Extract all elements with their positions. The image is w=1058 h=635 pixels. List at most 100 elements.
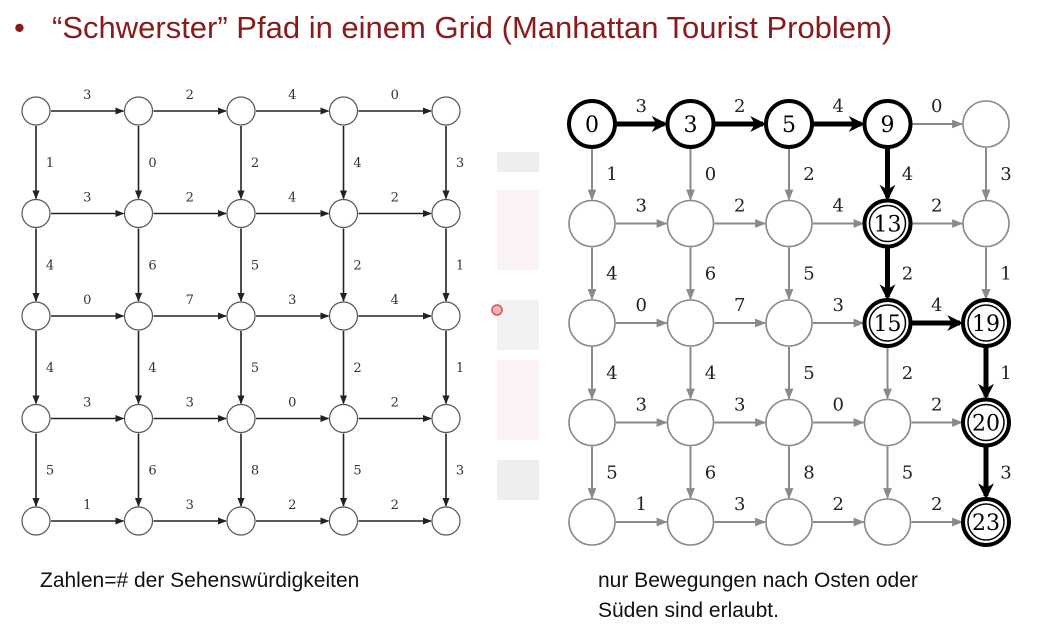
grid-node (226, 198, 256, 229)
grid-node (765, 199, 813, 248)
edge-weight-east: 4 (833, 196, 844, 217)
grid-node (123, 96, 154, 126)
edge-weight-east: 4 (288, 191, 296, 206)
edge-weight-south: 5 (46, 463, 54, 478)
grid-node (431, 301, 461, 331)
edge-weight-east: 7 (734, 295, 745, 316)
edge-weight-south: 2 (251, 156, 259, 171)
edge-weight-east: 2 (288, 498, 296, 513)
edge-weight-east: 3 (734, 395, 745, 416)
edge-weight-east: 2 (931, 196, 942, 217)
edge-weight-south: 5 (803, 363, 814, 384)
edge-weight-south: 5 (251, 258, 259, 273)
caption-left: Zahlen=# der Sehenswürdigkeiten (40, 569, 360, 592)
edge-weight-east: 4 (833, 96, 844, 117)
edge-weight-east: 3 (636, 96, 647, 117)
edge-weight-east: 2 (734, 96, 745, 117)
edge-weight-south: 6 (148, 258, 156, 273)
edge-weight-south: 4 (353, 156, 361, 171)
transition-artifact (491, 152, 539, 500)
grid-node (431, 506, 461, 536)
grid-node (328, 506, 359, 536)
grid-node (765, 299, 813, 347)
left-grid: 3 2 4 0 3 2 4 2 0 7 3 4 3 3 0 2 1 3 2 2 1 0 2 4 3 4 6 5 2 1 4 4 5 2 1 5 6 8 5 3 (21, 88, 464, 536)
grid-node (666, 498, 715, 546)
grid-node (226, 301, 256, 331)
edge-weight-south: 5 (353, 463, 361, 478)
edge-weight-south: 6 (705, 264, 716, 285)
grid-node (568, 299, 616, 347)
edge-weight-south: 2 (353, 258, 361, 273)
node-value: 5 (782, 113, 796, 138)
edge-weight-east: 4 (931, 295, 942, 316)
node-value: 19 (972, 312, 1000, 337)
edge-weight-east: 0 (288, 396, 296, 411)
edge-weight-east: 3 (288, 293, 296, 308)
edge-weight-south: 2 (803, 164, 814, 185)
grid-node (21, 198, 51, 229)
edge-weight-south: 3 (1000, 463, 1011, 484)
edge-weight-south: 3 (456, 156, 464, 171)
edge-weight-south: 4 (606, 264, 617, 285)
grid-node (123, 301, 154, 331)
edge-weight-south: 5 (803, 264, 814, 285)
grid-node (962, 100, 1010, 148)
grid-node (226, 96, 256, 126)
grid-node (21, 506, 51, 536)
grid-node (431, 403, 461, 434)
edge-weight-east: 3 (636, 196, 647, 217)
edge-weight-south: 2 (902, 363, 913, 384)
edge-weight-south: 4 (606, 363, 617, 384)
grid-node (123, 198, 154, 229)
caption-right-line2: Süden sind erlaubt. (598, 599, 779, 622)
edge-weight-south: 3 (1000, 164, 1011, 185)
edge-weight-east: 2 (833, 494, 844, 515)
edge-weight-east: 2 (186, 88, 194, 103)
grid-node (765, 398, 813, 447)
edge-weight-south: 4 (46, 361, 54, 376)
node-value: 20 (972, 412, 1000, 437)
edge-weight-east: 4 (391, 293, 399, 308)
edge-weight-south: 1 (456, 361, 464, 376)
edge-weight-east: 3 (186, 498, 194, 513)
edge-weight-south: 1 (46, 156, 54, 171)
grid-node (666, 299, 715, 347)
grid-node (568, 498, 616, 546)
edge-weight-south: 0 (705, 164, 716, 185)
edge-weight-east: 2 (186, 191, 194, 206)
grid-node (328, 198, 359, 229)
edge-weight-south: 1 (456, 258, 464, 273)
edge-weight-east: 0 (931, 96, 942, 117)
edge-weight-south: 5 (902, 463, 913, 484)
edge-weight-south: 5 (606, 463, 617, 484)
edge-weight-east: 2 (734, 196, 745, 217)
grid-node (431, 198, 461, 229)
grid-node (328, 96, 359, 126)
edge-weight-east: 0 (636, 295, 647, 316)
grid-node (226, 506, 256, 536)
grid-node (568, 398, 616, 447)
grid-node (328, 403, 359, 434)
edge-weight-south: 1 (606, 164, 617, 185)
edge-weight-east: 0 (833, 395, 844, 416)
grid-node (962, 199, 1010, 248)
edge-weight-south: 3 (456, 463, 464, 478)
edge-weight-south: 5 (251, 361, 259, 376)
edge-weight-south: 4 (46, 258, 54, 273)
edge-weight-south: 8 (803, 463, 814, 484)
grid-node (666, 398, 715, 447)
edge-weight-south: 4 (902, 164, 913, 185)
edge-weight-south: 2 (902, 264, 913, 285)
edge-weight-east: 3 (636, 395, 647, 416)
edge-weight-south: 6 (705, 463, 716, 484)
edge-weight-east: 3 (83, 88, 91, 103)
edge-weight-east: 2 (931, 395, 942, 416)
caption-right: nur Bewegungen nach Osten oder Süden sin… (598, 566, 918, 626)
grid-node (21, 301, 51, 331)
edge-weight-east: 3 (186, 396, 194, 411)
grid-node (765, 498, 813, 546)
grid-node (226, 403, 256, 434)
grid-node (123, 506, 154, 536)
edge-weight-south: 2 (353, 361, 361, 376)
edge-weight-east: 3 (83, 396, 91, 411)
